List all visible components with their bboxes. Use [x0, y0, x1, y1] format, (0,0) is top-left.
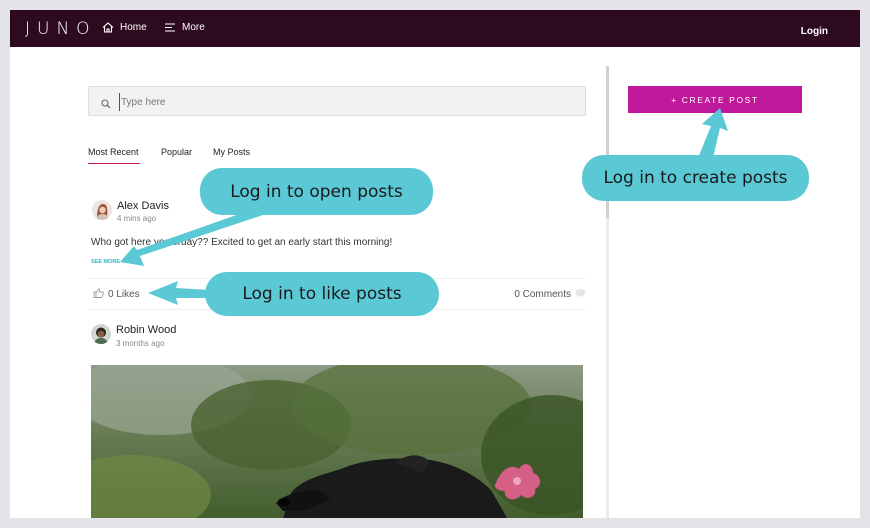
active-tab-indicator [88, 163, 140, 164]
create-post-label: + CREATE POST [671, 94, 759, 105]
search-bar[interactable] [88, 86, 586, 116]
tab-most-recent[interactable]: Most Recent [88, 147, 139, 157]
nav-home-link[interactable]: Home [102, 22, 147, 33]
nav-home-label: Home [120, 22, 147, 33]
top-navbar: JUNO Home More Login [10, 10, 860, 47]
comment-icon [575, 288, 586, 301]
home-icon [102, 22, 114, 33]
post-image[interactable] [91, 365, 583, 518]
comments-button[interactable]: 0 Comments [514, 288, 586, 301]
login-link[interactable]: Login [801, 26, 828, 37]
callout-like-posts: Log in to like posts [205, 272, 439, 316]
nav-more-link[interactable]: More [165, 22, 205, 33]
callout-create-posts: Log in to create posts [582, 155, 809, 201]
like-button[interactable]: 0 Likes [93, 288, 140, 301]
post-time: 3 months ago [116, 339, 165, 348]
thumbs-up-icon [93, 288, 104, 301]
comment-count: 0 Comments [514, 289, 571, 300]
search-icon [101, 96, 111, 114]
tab-popular[interactable]: Popular [161, 147, 192, 157]
avatar[interactable] [91, 324, 111, 344]
avatar[interactable] [92, 200, 112, 220]
post-text[interactable]: Who got here yesterday?? Excited to get … [91, 237, 392, 248]
post-card[interactable]: Robin Wood 3 months ago [88, 324, 586, 518]
post-time: 4 mins ago [117, 214, 157, 223]
see-more-link[interactable]: SEE MORE [91, 259, 120, 265]
nav-more-label: More [182, 22, 205, 33]
juno-logo[interactable]: JUNO [25, 19, 97, 39]
app-window: JUNO Home More Login Most Recent Popular… [10, 10, 860, 518]
search-input[interactable] [119, 93, 559, 111]
create-post-button[interactable]: + CREATE POST [628, 86, 802, 113]
tab-my-posts[interactable]: My Posts [213, 147, 250, 157]
post-author[interactable]: Alex Davis [117, 200, 169, 212]
menu-icon [165, 23, 176, 32]
post-author[interactable]: Robin Wood [116, 324, 176, 336]
like-count: 0 Likes [108, 289, 140, 300]
callout-open-posts: Log in to open posts [200, 168, 433, 215]
